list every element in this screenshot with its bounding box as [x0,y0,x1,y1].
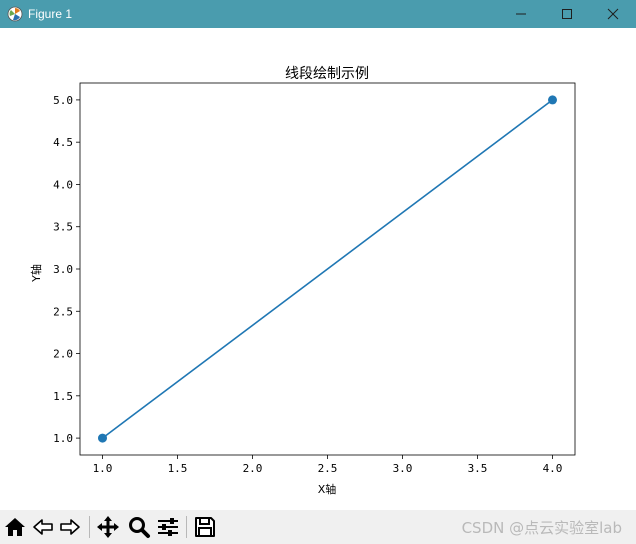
close-button[interactable] [590,0,636,28]
x-tick-label: 2.5 [318,462,338,475]
y-tick-label: 3.0 [53,263,73,276]
minimize-button[interactable] [498,0,544,28]
y-axis-label: Y轴 [29,264,43,283]
chart-title: 线段绘制示例 [285,66,369,82]
x-tick-label: 2.0 [243,462,263,475]
window-titlebar[interactable]: Figure 1 [0,0,636,28]
y-tick-label: 3.5 [53,221,73,234]
y-tick-label: 2.5 [53,305,73,318]
watermark-text: CSDN @点云实验室lab [461,519,622,537]
y-tick-label: 4.0 [53,178,73,191]
window-title: Figure 1 [28,7,73,21]
x-axis-ticks: 1.0 1.5 2.0 2.5 3.0 3.5 4.0 [93,455,563,475]
move-icon [97,516,119,538]
data-point [98,433,107,443]
x-tick-label: 3.5 [468,462,488,475]
y-tick-label: 1.0 [53,432,73,445]
data-series [98,95,557,443]
toolbar-separator [186,516,187,538]
maximize-button[interactable] [544,0,590,28]
pan-button[interactable] [96,515,120,539]
zoom-button[interactable] [127,515,151,539]
sliders-icon [158,518,178,536]
save-icon [195,517,215,537]
y-tick-label: 4.5 [53,136,73,149]
y-tick-label: 5.0 [53,94,73,107]
series-line [102,99,553,439]
line-chart: 线段绘制示例 1.0 1.5 2.0 2.5 3.0 3.5 4.0 1.0 1.5 2.0 2.… [29,66,576,496]
y-axis-ticks: 1.0 1.5 2.0 2.5 3.0 3.5 4.0 4.5 5.0 [53,94,80,445]
back-button[interactable] [31,515,55,539]
forward-arrow-icon [60,519,80,535]
forward-button[interactable] [58,515,82,539]
x-tick-label: 3.0 [393,462,413,475]
maximize-icon [562,9,572,19]
navigation-toolbar: CSDN @点云实验室lab [0,510,636,544]
configure-subplots-button[interactable] [156,515,180,539]
y-tick-label: 2.0 [53,348,73,361]
x-tick-label: 1.0 [93,462,113,475]
minimize-icon [516,13,526,15]
save-button[interactable] [193,515,217,539]
x-tick-label: 1.5 [168,462,188,475]
back-arrow-icon [33,519,53,535]
y-tick-label: 1.5 [53,390,73,403]
zoom-icon [129,517,150,538]
close-icon [607,8,619,20]
x-tick-label: 4.0 [543,462,563,475]
toolbar-separator [89,516,90,538]
data-point [548,95,557,105]
home-button[interactable] [3,515,27,539]
home-icon [5,518,25,536]
x-axis-label: X轴 [318,482,337,496]
figure-canvas[interactable]: 线段绘制示例 1.0 1.5 2.0 2.5 3.0 3.5 4.0 1.0 1.5 2.0 2.… [0,28,636,510]
matplotlib-logo-icon [7,6,23,22]
